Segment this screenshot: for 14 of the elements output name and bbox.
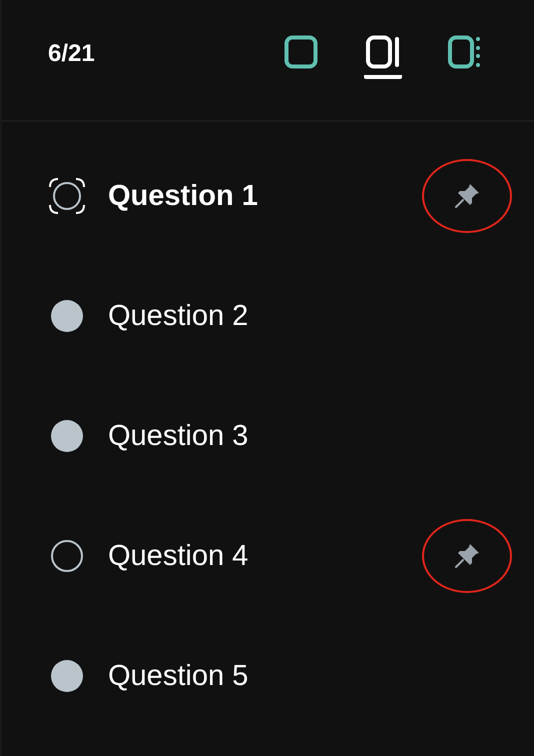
question-label[interactable]: Question 2: [108, 300, 512, 332]
question-counter: 6/21: [48, 40, 96, 68]
sidebar-view-icon: [448, 35, 482, 69]
question-label[interactable]: Question 1: [108, 180, 422, 212]
pin-icon: [453, 542, 481, 570]
single-view-icon: [284, 35, 318, 69]
pin-button[interactable]: [422, 519, 512, 593]
question-label[interactable]: Question 4: [108, 540, 422, 572]
question-label[interactable]: Question 3: [108, 420, 512, 452]
pin-button[interactable]: [422, 159, 512, 233]
pin-icon: [453, 182, 481, 210]
split-view-icon: [366, 35, 400, 69]
question-label[interactable]: Question 5: [108, 660, 512, 692]
view-toggle[interactable]: [364, 35, 402, 79]
